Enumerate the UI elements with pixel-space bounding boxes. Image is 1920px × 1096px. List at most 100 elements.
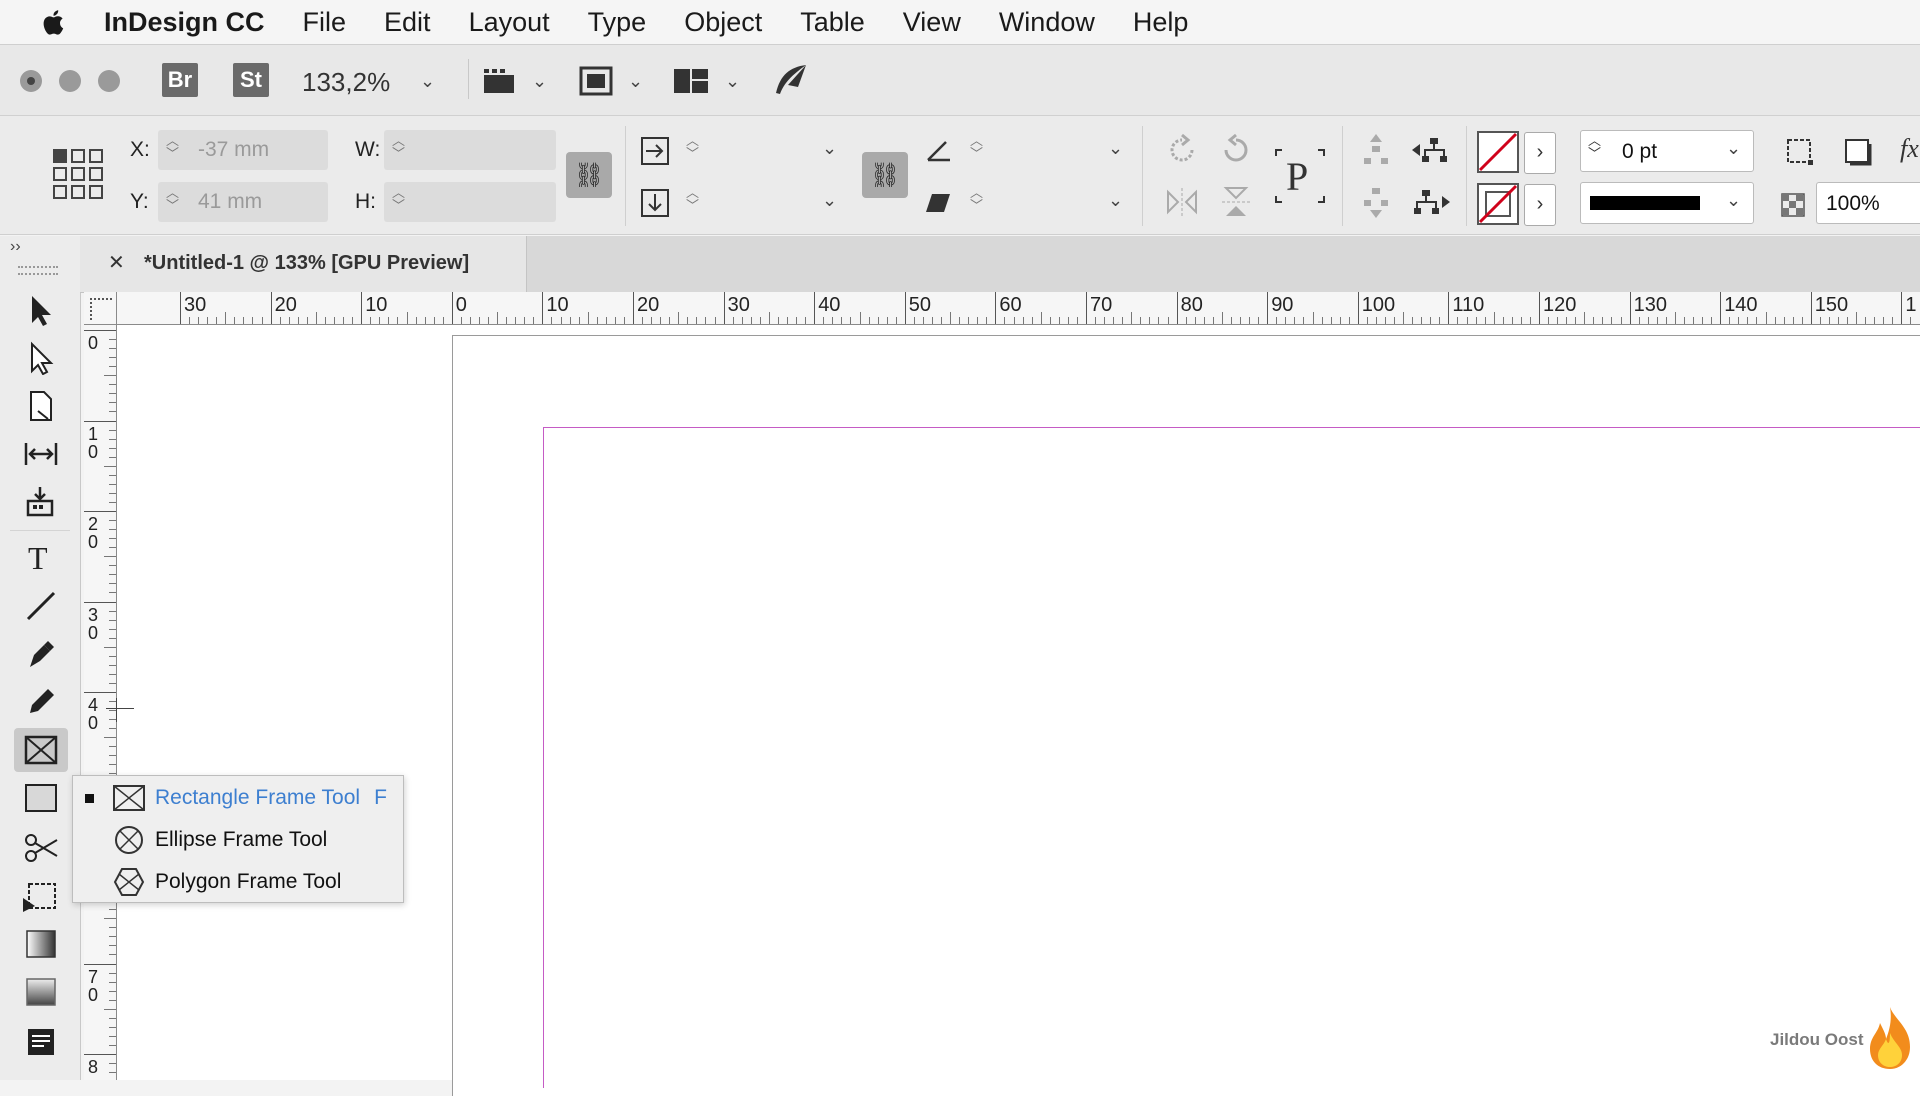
gradient-swatch-icon <box>26 930 56 958</box>
minimize-window-button[interactable] <box>59 70 81 92</box>
toolbox-grip[interactable] <box>18 266 58 275</box>
frame-fitting-icon[interactable] <box>1784 136 1816 168</box>
selection-tool[interactable] <box>14 288 68 332</box>
rectangle-frame-tool[interactable] <box>14 728 68 772</box>
drop-shadow-icon[interactable] <box>1842 136 1874 168</box>
ruler-minor-tick <box>1647 317 1649 324</box>
ruler-minor-tick <box>109 610 116 612</box>
ruler-major-tick <box>1176 292 1178 324</box>
content-collector-tool[interactable] <box>14 480 68 524</box>
fill-swatch-none-icon[interactable] <box>1476 130 1520 174</box>
scale-x-dropdown-icon[interactable]: ⌄ <box>822 138 837 159</box>
menu-table[interactable]: Table <box>800 7 865 38</box>
flyout-item-polygon-frame-tool[interactable]: Polygon Frame Tool <box>73 862 403 902</box>
menu-type[interactable]: Type <box>588 7 647 38</box>
stroke-swatch-none-icon[interactable] <box>1476 182 1520 226</box>
horizontal-ruler[interactable]: 30 20 10 0 10 20 30 40 50 60 70 80 90 100 110 120 130 140… <box>84 292 1920 325</box>
flip-vertical-icon[interactable] <box>1218 184 1254 220</box>
ruler-origin[interactable] <box>84 292 117 325</box>
select-container-icon[interactable] <box>1360 132 1392 168</box>
rectangle-tool[interactable] <box>14 776 68 820</box>
flyout-item-ellipse-frame-tool[interactable]: Ellipse Frame Tool <box>73 820 403 860</box>
shear-dropdown-icon[interactable]: ⌄ <box>1108 190 1123 211</box>
menu-object[interactable]: Object <box>684 7 762 38</box>
scale-y-dropdown-icon[interactable]: ⌄ <box>822 190 837 211</box>
view-options-icon[interactable] <box>480 65 520 97</box>
menu-bar: InDesign CC File Edit Layout Type Object… <box>0 0 1920 45</box>
zoom-window-button[interactable] <box>98 70 120 92</box>
w-stepper-icon[interactable]: ︿ ﹀ <box>392 134 405 160</box>
publish-online-icon[interactable] <box>770 61 810 99</box>
stroke-type-dropdown-icon[interactable]: ⌄ <box>1726 190 1741 211</box>
menu-help[interactable]: Help <box>1133 7 1189 38</box>
effects-button[interactable]: fx <box>1900 134 1919 164</box>
menu-view[interactable]: View <box>903 7 961 38</box>
menu-window[interactable]: Window <box>999 7 1095 38</box>
page-tool[interactable] <box>14 384 68 428</box>
view-options-chevron-icon[interactable]: ⌄ <box>532 71 547 92</box>
document-tab[interactable]: ✕ *Untitled-1 @ 133% [GPU Preview] <box>80 236 527 292</box>
reference-point-icon[interactable] <box>52 148 106 200</box>
rotation-stepper-icon[interactable]: ︿ ﹀ <box>970 134 983 160</box>
line-tool[interactable] <box>14 584 68 628</box>
ruler-minor-tick <box>895 317 897 324</box>
direct-selection-tool[interactable] <box>14 336 68 380</box>
bridge-button[interactable]: Br <box>162 63 198 97</box>
zoom-level[interactable]: 133,2% <box>302 67 390 98</box>
app-name[interactable]: InDesign CC <box>104 7 265 38</box>
rotate-clockwise-icon[interactable] <box>1164 132 1200 168</box>
scale-y-stepper-icon[interactable]: ︿ ﹀ <box>686 186 699 212</box>
y-stepper-icon[interactable]: ︿ ﹀ <box>166 186 179 212</box>
w-field[interactable] <box>384 130 556 170</box>
select-previous-object-icon[interactable] <box>1410 134 1452 166</box>
constrain-scale-link-icon[interactable]: ⛓ <box>862 152 908 198</box>
arrange-chevron-icon[interactable]: ⌄ <box>725 71 740 92</box>
ruler-major-tick <box>84 420 116 422</box>
select-content-icon[interactable] <box>1360 184 1392 220</box>
screen-mode-chevron-icon[interactable]: ⌄ <box>628 71 643 92</box>
ruler-minor-tick <box>288 317 290 324</box>
ruler-minor-tick <box>297 317 299 324</box>
gradient-feather-tool[interactable] <box>14 970 68 1014</box>
rotate-counterclockwise-icon[interactable] <box>1218 132 1254 168</box>
menu-layout[interactable]: Layout <box>469 7 550 38</box>
stroke-swatch-menu-button[interactable]: › <box>1524 184 1556 226</box>
constrain-proportions-link-icon[interactable]: ⛓ <box>566 152 612 198</box>
stroke-weight-dropdown-icon[interactable]: ⌄ <box>1726 138 1741 159</box>
h-stepper-icon[interactable]: ︿ ﹀ <box>392 186 405 212</box>
fill-swatch-menu-button[interactable]: › <box>1524 132 1556 174</box>
flip-horizontal-icon[interactable] <box>1164 184 1200 220</box>
menu-file[interactable]: File <box>303 7 347 38</box>
screen-mode-icon[interactable] <box>578 65 614 97</box>
close-tab-icon[interactable]: ✕ <box>108 250 125 275</box>
h-field[interactable] <box>384 182 556 222</box>
x-stepper-icon[interactable]: ︿ ﹀ <box>166 134 179 160</box>
reference-point-p-icon[interactable]: P <box>1272 146 1328 206</box>
arrange-documents-icon[interactable] <box>672 65 710 97</box>
ruler-label: 120 <box>1543 294 1577 316</box>
note-tool[interactable] <box>14 1020 68 1064</box>
scissors-tool[interactable] <box>14 826 68 870</box>
flyout-item-rectangle-frame-tool[interactable]: Rectangle Frame Tool F <box>73 778 403 818</box>
direct-selection-arrow-icon <box>31 341 54 375</box>
menu-edit[interactable]: Edit <box>384 7 431 38</box>
ruler-minor-tick <box>796 317 798 324</box>
type-tool[interactable]: T <box>14 536 68 580</box>
select-next-object-icon[interactable] <box>1410 186 1452 218</box>
vertical-ruler[interactable]: 01 02 03 04 007 08 <box>84 324 117 1080</box>
pencil-tool[interactable] <box>14 680 68 724</box>
expand-toolbox-icon[interactable]: ›› <box>10 238 21 256</box>
apple-icon[interactable] <box>42 9 64 35</box>
svg-text:T: T <box>28 541 48 575</box>
gradient-swatch-tool[interactable] <box>14 922 68 966</box>
pen-tool[interactable] <box>14 632 68 676</box>
stock-button[interactable]: St <box>233 63 269 97</box>
gap-tool[interactable] <box>14 432 68 476</box>
ruler-major-tick <box>1086 292 1087 324</box>
stroke-weight-stepper-icon[interactable]: ︿ ﹀ <box>1588 134 1601 160</box>
scale-x-stepper-icon[interactable]: ︿ ﹀ <box>686 134 699 160</box>
rotation-dropdown-icon[interactable]: ⌄ <box>1108 138 1123 159</box>
free-transform-tool[interactable] <box>14 874 68 918</box>
shear-stepper-icon[interactable]: ︿ ﹀ <box>970 186 983 212</box>
zoom-dropdown-chevron-icon[interactable]: ⌄ <box>420 71 435 92</box>
